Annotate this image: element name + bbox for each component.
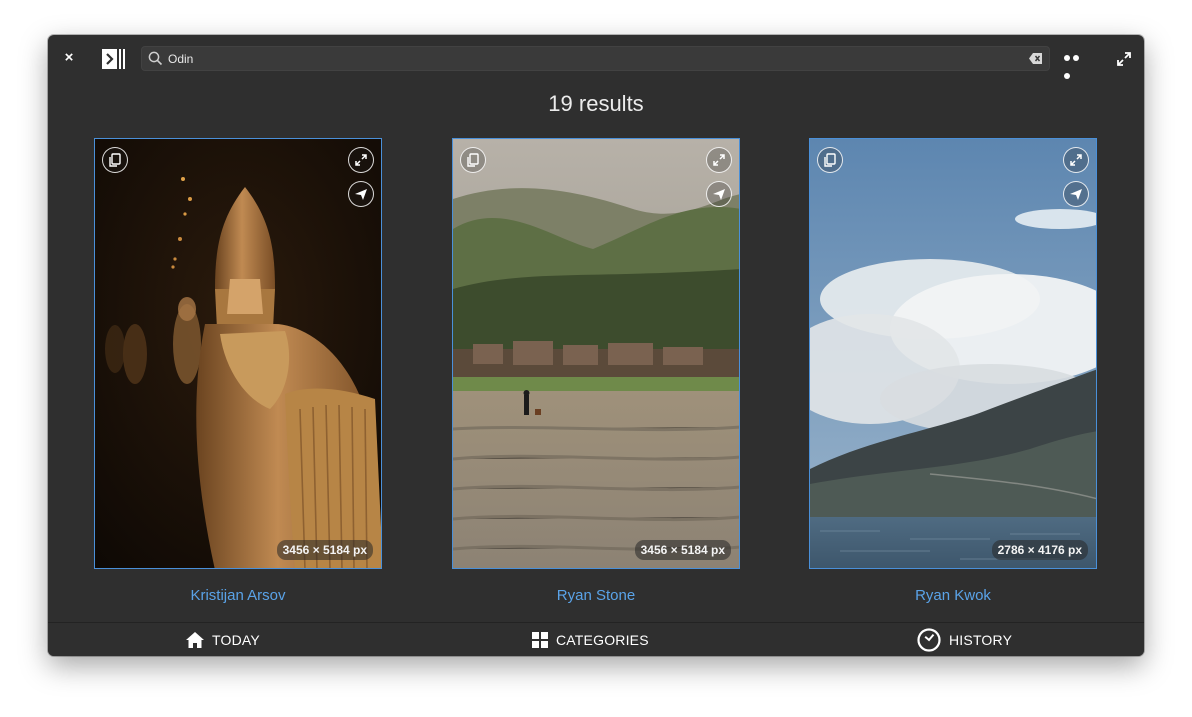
clear-search-icon[interactable]	[1029, 52, 1043, 65]
photo-card: 3456 × 5184 px Kristijan Arsov	[94, 138, 382, 604]
send-icon[interactable]	[348, 181, 374, 207]
copy-icon[interactable]	[102, 147, 128, 173]
image-dimensions: 3456 × 5184 px	[634, 540, 731, 560]
nav-categories[interactable]: CATEGORIES	[532, 623, 649, 656]
copy-icon[interactable]	[817, 147, 843, 173]
mountain-photo	[810, 139, 1096, 568]
fullscreen-icon[interactable]	[348, 147, 374, 173]
more-dot	[1073, 55, 1079, 61]
more-dot	[1064, 55, 1070, 61]
close-button[interactable]: ×	[61, 50, 77, 66]
app-window: × 19 results	[48, 35, 1144, 656]
send-icon[interactable]	[1063, 181, 1089, 207]
more-options-button[interactable]	[1064, 52, 1090, 79]
image-dimensions: 2786 × 4176 px	[991, 540, 1088, 560]
author-link[interactable]: Ryan Stone	[452, 587, 740, 604]
clock-icon	[917, 628, 941, 652]
photo-thumbnail[interactable]: 3456 × 5184 px	[452, 138, 740, 569]
home-icon	[186, 632, 204, 648]
nav-today[interactable]: TODAY	[186, 623, 260, 656]
copy-icon[interactable]	[460, 147, 486, 173]
expand-window-icon[interactable]	[1116, 51, 1132, 67]
bottom-nav: TODAY CATEGORIES HISTORY	[48, 622, 1144, 656]
search-bar	[141, 46, 1050, 71]
photo-thumbnail[interactable]: 2786 × 4176 px	[809, 138, 1097, 569]
search-input[interactable]	[168, 49, 1018, 68]
nav-history-label: HISTORY	[949, 632, 1013, 648]
photo-card: 2786 × 4176 px Ryan Kwok	[809, 138, 1097, 604]
author-link[interactable]: Kristijan Arsov	[94, 587, 382, 604]
nav-history[interactable]: HISTORY	[917, 623, 1012, 656]
photo-card: 3456 × 5184 px Ryan Stone	[452, 138, 740, 604]
beach-photo	[453, 139, 739, 568]
fullscreen-icon[interactable]	[706, 147, 732, 173]
statue-photo	[95, 139, 381, 568]
author-link[interactable]: Ryan Kwok	[809, 587, 1097, 604]
image-dimensions: 3456 × 5184 px	[276, 540, 373, 560]
send-icon[interactable]	[706, 181, 732, 207]
nav-categories-label: CATEGORIES	[556, 632, 649, 648]
top-bar: ×	[48, 35, 1144, 83]
photo-thumbnail[interactable]: 3456 × 5184 px	[94, 138, 382, 569]
results-count: 19 results	[548, 91, 644, 116]
nav-today-label: TODAY	[212, 632, 260, 648]
fullscreen-icon[interactable]	[1063, 147, 1089, 173]
more-dot	[1064, 73, 1070, 79]
app-logo-icon[interactable]	[102, 49, 126, 69]
grid-icon	[532, 632, 548, 648]
search-icon	[148, 51, 163, 66]
